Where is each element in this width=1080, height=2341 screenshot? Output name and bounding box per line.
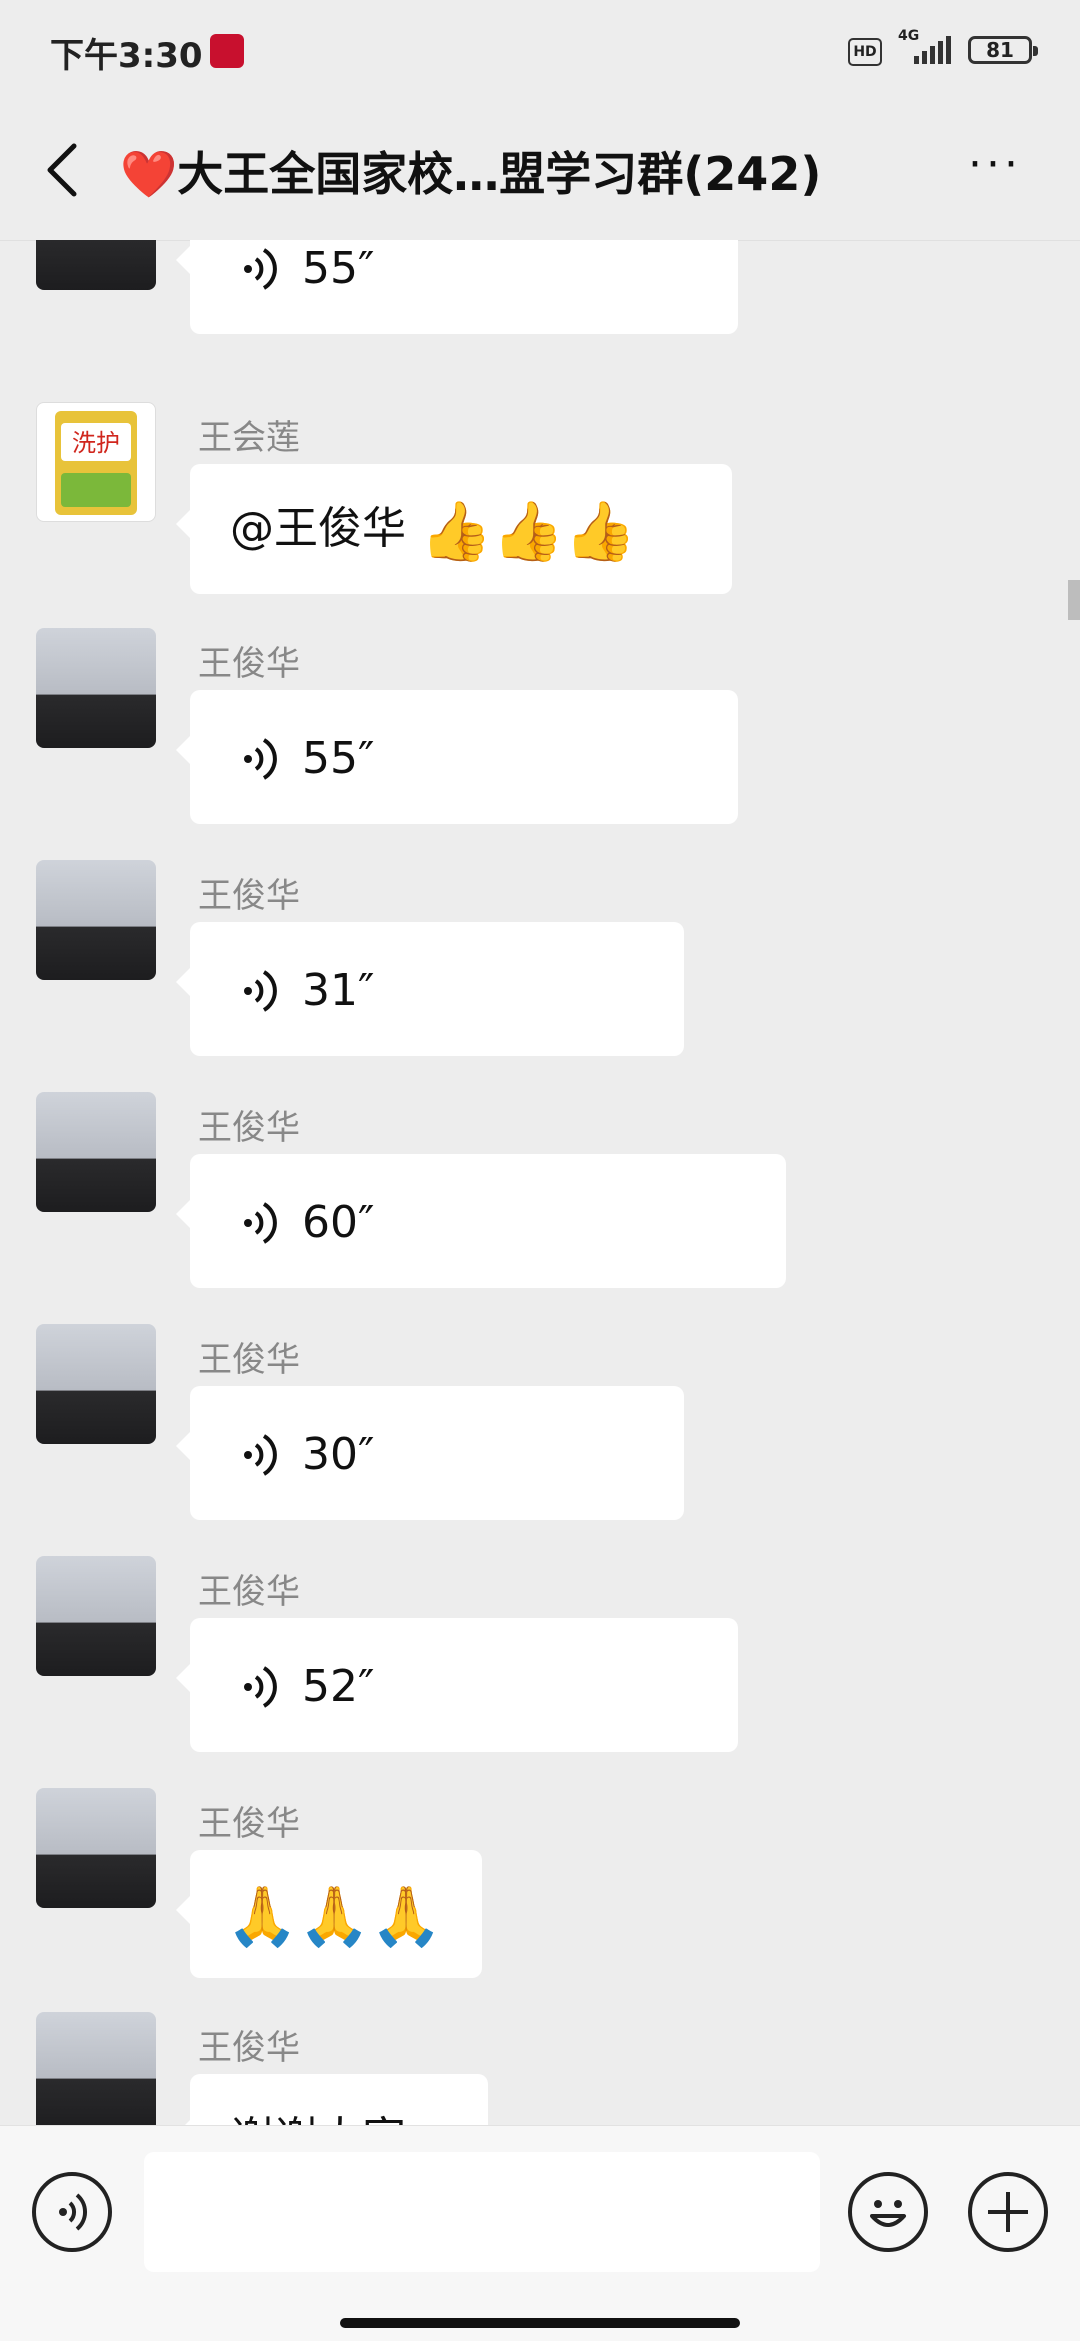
- message-emoji: 👍👍👍: [420, 497, 637, 565]
- avatar[interactable]: [36, 628, 156, 748]
- avatar[interactable]: [36, 1092, 156, 1212]
- home-indicator[interactable]: [340, 2318, 740, 2328]
- voice-icon: [59, 2193, 88, 2231]
- sender-name: 王俊华: [198, 1340, 300, 1380]
- voice-wave-icon: [244, 1666, 277, 1708]
- sender-name: 王俊华: [198, 2028, 300, 2068]
- voice-duration: 30″: [302, 1429, 375, 1480]
- more-functions-button[interactable]: [968, 2172, 1048, 2252]
- battery-icon: 81: [968, 36, 1038, 64]
- voice-message-bubble[interactable]: 31″: [176, 922, 684, 1056]
- app-notification-icon: [210, 34, 244, 68]
- avatar[interactable]: [36, 1556, 156, 1676]
- voice-duration: 55″: [302, 733, 375, 784]
- voice-duration: 55″: [302, 243, 375, 294]
- avatar[interactable]: [36, 1788, 156, 1908]
- chat-header: ❤️大王全国家校…盟学习群(242) ···: [0, 100, 1080, 241]
- status-time: 下午3:30: [50, 36, 203, 76]
- signal-icon: [914, 36, 951, 64]
- voice-message-bubble[interactable]: 30″: [176, 1386, 684, 1520]
- sender-name: 王俊华: [198, 1108, 300, 1148]
- avatar[interactable]: [36, 2012, 156, 2125]
- sender-name: 王俊华: [198, 1804, 300, 1844]
- voice-message-bubble[interactable]: 52″: [176, 1618, 738, 1752]
- emoji-icon: [870, 2200, 906, 2227]
- message-text: 谢谢大家: [230, 2113, 406, 2125]
- avatar[interactable]: 洗护: [36, 402, 156, 522]
- emoji-message-bubble[interactable]: 🙏🙏🙏: [176, 1850, 482, 1978]
- text-message-bubble[interactable]: @王俊华 👍👍👍: [176, 464, 732, 594]
- plus-icon: [988, 2192, 1028, 2232]
- voice-message-bubble[interactable]: 60″: [176, 1154, 786, 1288]
- message-text: @王俊华: [230, 503, 406, 554]
- hd-icon: HD: [848, 38, 882, 66]
- chat-title: ❤️大王全国家校…盟学习群(242): [120, 147, 822, 201]
- voice-wave-icon: [244, 738, 277, 780]
- avatar[interactable]: [36, 1324, 156, 1444]
- sender-name: 王俊华: [198, 644, 300, 684]
- voice-wave-icon: [244, 1202, 277, 1244]
- emoji-button[interactable]: [848, 2172, 928, 2252]
- sender-name: 王俊华: [198, 1572, 300, 1612]
- sender-name: 王会莲: [198, 418, 300, 458]
- avatar[interactable]: [36, 860, 156, 980]
- status-bar: 下午3:30 HD 4G 81: [0, 0, 1080, 100]
- voice-duration: 52″: [302, 1661, 375, 1712]
- voice-input-button[interactable]: [32, 2172, 112, 2252]
- back-icon[interactable]: [36, 140, 96, 200]
- voice-message-bubble[interactable]: 55″: [176, 690, 738, 824]
- text-message-bubble[interactable]: 谢谢大家: [176, 2074, 488, 2125]
- sender-name: 王俊华: [198, 876, 300, 916]
- message-emoji: 🙏🙏🙏: [226, 1882, 443, 1950]
- voice-duration: 31″: [302, 965, 375, 1016]
- voice-wave-icon: [244, 1434, 277, 1476]
- avatar[interactable]: [36, 240, 156, 290]
- voice-wave-icon: [244, 970, 277, 1012]
- voice-duration: 60″: [302, 1197, 375, 1248]
- svg-text:洗护: 洗护: [72, 429, 120, 457]
- voice-message-bubble[interactable]: 55″: [176, 240, 738, 334]
- message-list: 55″ 洗护 王会莲 @王俊华 👍👍👍 王俊华 55″ 王俊华 31″ 王俊华 …: [0, 240, 1080, 2125]
- product-image-icon: 洗护: [55, 411, 137, 515]
- voice-wave-icon: [244, 248, 277, 290]
- more-options-button[interactable]: ···: [960, 143, 1030, 190]
- message-input[interactable]: [144, 2152, 820, 2272]
- input-bar: [0, 2125, 1080, 2341]
